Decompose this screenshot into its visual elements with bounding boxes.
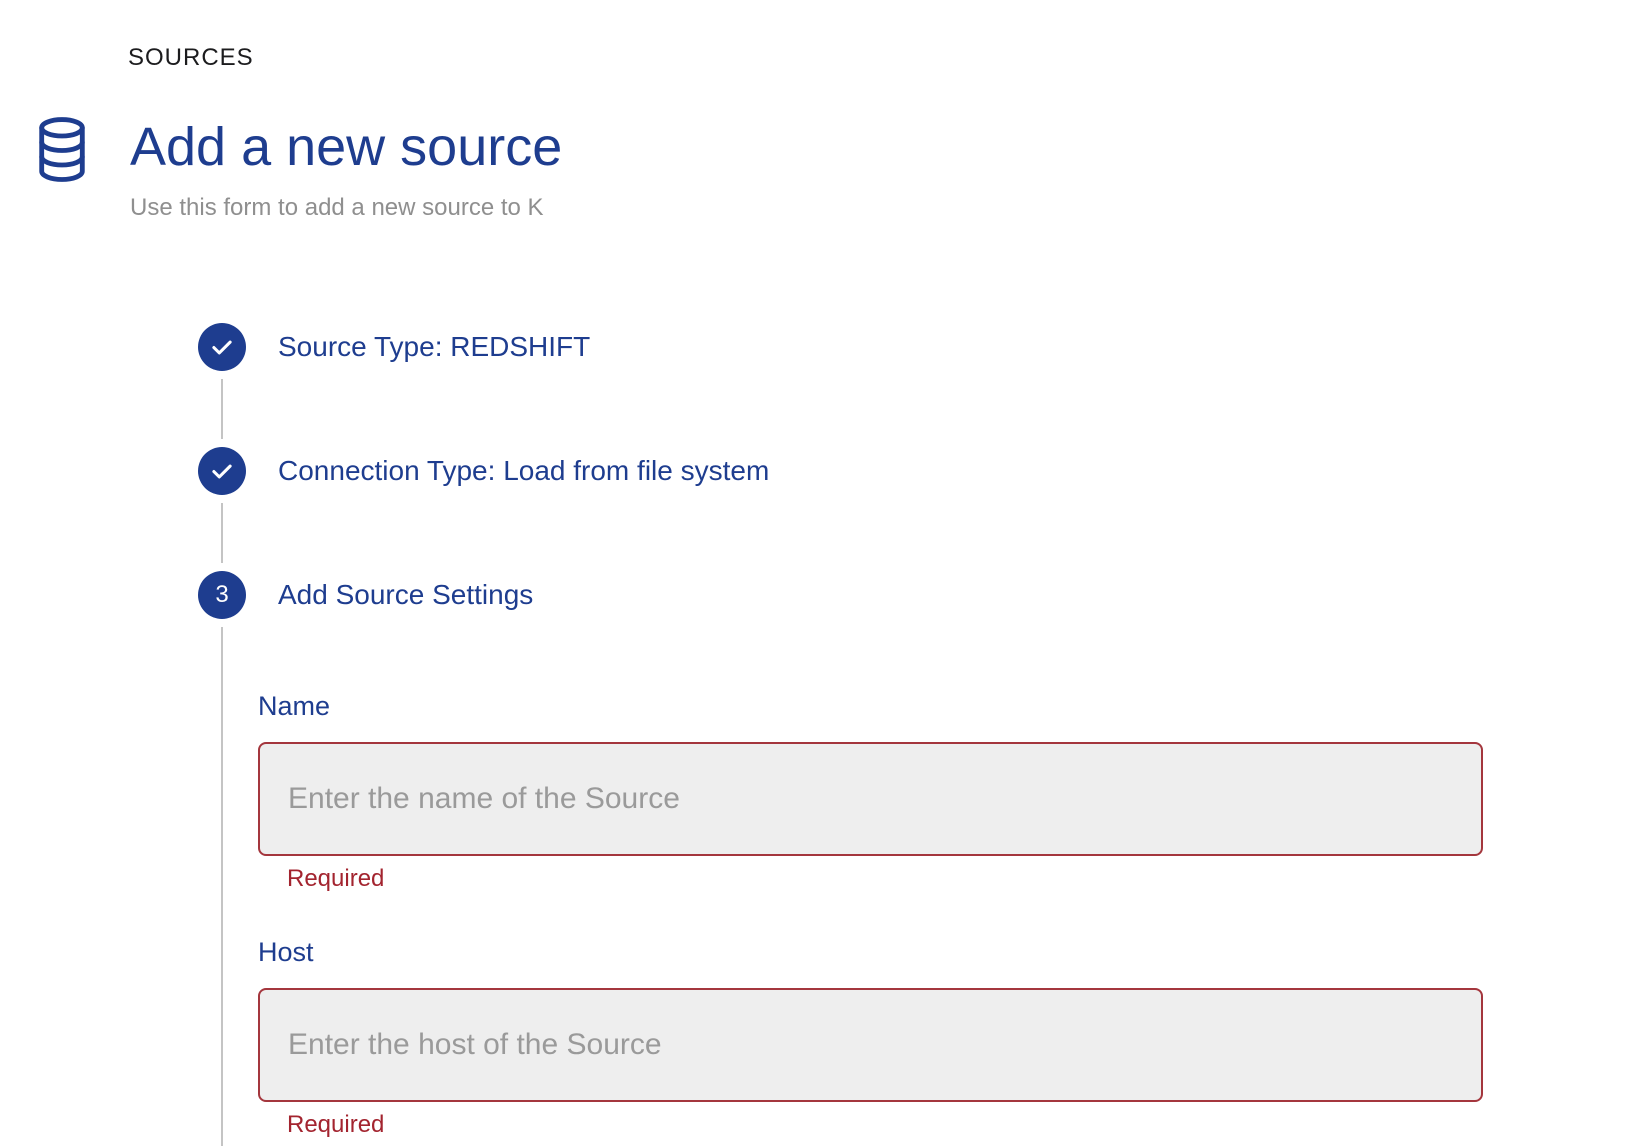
step-connector bbox=[221, 503, 223, 563]
check-icon bbox=[198, 323, 246, 371]
step-source-type-label: Source Type: REDSHIFT bbox=[278, 331, 591, 362]
breadcrumb: SOURCES bbox=[128, 44, 254, 71]
name-required-error: Required bbox=[287, 865, 385, 892]
host-input[interactable] bbox=[258, 988, 1483, 1102]
host-field-label: Host bbox=[258, 937, 314, 967]
step-number-badge: 3 bbox=[198, 571, 246, 619]
step-connection-type[interactable]: Connection Type: Load from file system bbox=[198, 447, 1634, 495]
name-field-label: Name bbox=[258, 691, 331, 721]
page-subtitle: Use this form to add a new source to K bbox=[130, 194, 544, 221]
source-settings-form: Name Required Host Required bbox=[258, 627, 1483, 1146]
step-connector bbox=[221, 627, 223, 1146]
header-text: Add a new source Use this form to add a … bbox=[130, 115, 562, 221]
stepper: Source Type: REDSHIFT Connection Type: L… bbox=[0, 323, 1634, 1146]
page-header: Add a new source Use this form to add a … bbox=[33, 115, 1634, 221]
name-input[interactable] bbox=[258, 742, 1483, 856]
step-content: Name Required Host Required bbox=[198, 627, 1634, 1146]
name-field-group: Name Required bbox=[258, 692, 1483, 892]
step-connection-type-label: Connection Type: Load from file system bbox=[278, 455, 770, 486]
step-source-type[interactable]: Source Type: REDSHIFT bbox=[198, 323, 1634, 371]
check-icon bbox=[198, 447, 246, 495]
step-connector bbox=[221, 379, 223, 439]
host-required-error: Required bbox=[287, 1111, 385, 1138]
host-field-group: Host Required bbox=[258, 938, 1483, 1138]
step-number: 3 bbox=[215, 581, 229, 608]
step-add-source-settings[interactable]: 3 Add Source Settings bbox=[198, 571, 1634, 619]
page-title: Add a new source bbox=[130, 117, 563, 177]
add-source-page: SOURCES Add a new source Use this form t… bbox=[0, 0, 1634, 1146]
step-add-source-settings-label: Add Source Settings bbox=[278, 579, 534, 610]
database-icon bbox=[33, 115, 91, 185]
